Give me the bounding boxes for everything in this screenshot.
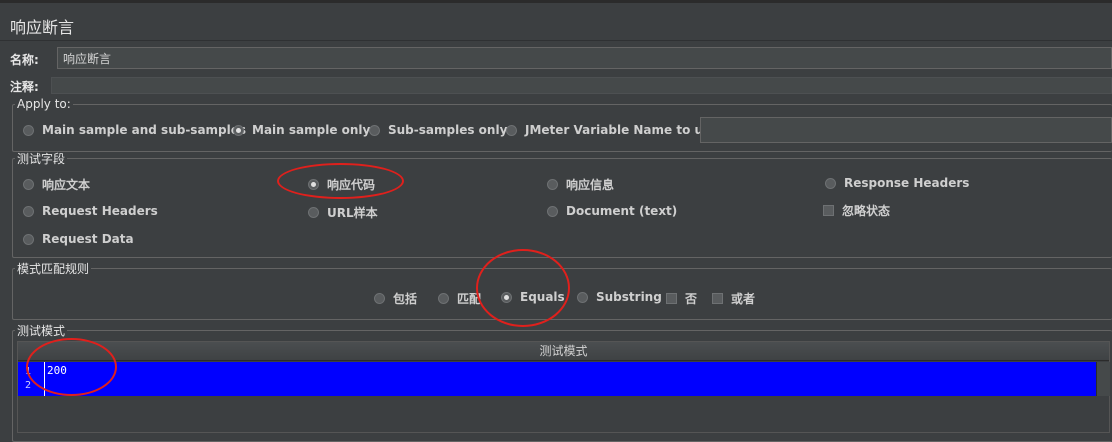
checkbox-label: 否 xyxy=(685,292,698,306)
radio-label: Main sample only xyxy=(252,123,371,137)
radio-button-icon xyxy=(369,124,380,136)
radio-label: URL样本 xyxy=(327,206,378,220)
field-document-text-radio[interactable]: Document (text) xyxy=(547,204,677,218)
field-request-data-radio[interactable]: Request Data xyxy=(23,232,134,246)
radio-button-icon xyxy=(23,233,34,245)
annotation-oval-response-code xyxy=(277,163,404,199)
radio-label: 响应文本 xyxy=(42,178,91,192)
apply-to-legend: Apply to: xyxy=(17,97,71,111)
radio-button-icon xyxy=(577,291,588,303)
line-number: 2 xyxy=(25,380,32,391)
radio-button-icon xyxy=(23,205,34,217)
annotation-oval-pattern xyxy=(26,338,117,396)
radio-button-icon xyxy=(233,124,244,136)
title-separator xyxy=(0,40,1112,41)
checkbox-icon xyxy=(823,205,834,216)
radio-button-icon xyxy=(23,124,34,136)
radio-label: 响应信息 xyxy=(566,178,615,192)
jmeter-variable-name-input[interactable] xyxy=(700,117,1112,143)
rule-substring-radio[interactable]: Substring xyxy=(577,290,662,304)
radio-label: Substring xyxy=(596,290,662,304)
radio-button-icon xyxy=(308,207,319,218)
field-response-message-radio[interactable]: 响应信息 xyxy=(547,176,614,193)
radio-button-icon xyxy=(374,293,385,304)
radio-label: Document (text) xyxy=(566,204,678,218)
ignore-status-checkbox[interactable]: 忽略状态 xyxy=(823,202,890,219)
checkbox-label: 或者 xyxy=(731,292,756,306)
checkbox-label: 忽略状态 xyxy=(842,204,891,218)
pattern-text-editor[interactable]: 200 xyxy=(44,362,1097,396)
rule-matches-radio[interactable]: 匹配 xyxy=(438,290,481,307)
radio-button-icon xyxy=(438,293,449,304)
comment-label: 注释: xyxy=(10,80,39,94)
radio-button-icon xyxy=(23,179,34,190)
test-patterns-table: 测试模式 1 2 200 xyxy=(17,341,1110,433)
vertical-scrollbar[interactable] xyxy=(1096,362,1110,396)
radio-label: 包括 xyxy=(393,292,418,306)
rule-contains-radio[interactable]: 包括 xyxy=(374,290,417,307)
field-request-headers-radio[interactable]: Request Headers xyxy=(23,204,158,218)
test-patterns-column-header[interactable]: 测试模式 xyxy=(18,342,1109,361)
name-label: 名称: xyxy=(10,53,39,67)
field-response-headers-radio[interactable]: Response Headers xyxy=(825,176,969,190)
radio-label: Main sample and sub-samples xyxy=(42,123,247,137)
test-field-legend: 测试字段 xyxy=(17,152,66,166)
apply-sub-only-radio[interactable]: Sub-samples only xyxy=(369,123,507,137)
radio-label: Request Headers xyxy=(42,204,158,218)
annotation-oval-equals xyxy=(476,249,570,327)
field-response-text-radio[interactable]: 响应文本 xyxy=(23,176,90,193)
radio-button-icon xyxy=(547,205,558,217)
field-url-sample-radio[interactable]: URL样本 xyxy=(308,204,378,221)
radio-button-icon xyxy=(506,124,517,136)
radio-label: JMeter Variable Name to use xyxy=(525,123,719,137)
rule-or-checkbox[interactable]: 或者 xyxy=(712,290,755,307)
pattern-rules-legend: 模式匹配规则 xyxy=(17,262,90,276)
comment-input[interactable] xyxy=(51,77,1112,94)
apply-main-and-sub-radio[interactable]: Main sample and sub-samples xyxy=(23,123,246,137)
checkbox-icon xyxy=(666,293,677,304)
top-border xyxy=(0,0,1112,3)
test-patterns-legend: 测试模式 xyxy=(17,324,66,338)
checkbox-icon xyxy=(712,293,723,304)
radio-label: Response Headers xyxy=(844,176,970,190)
radio-label: Sub-samples only xyxy=(388,123,508,137)
page-title: 响应断言 xyxy=(10,18,75,37)
radio-label: Request Data xyxy=(42,232,134,246)
rule-not-checkbox[interactable]: 否 xyxy=(666,290,697,307)
radio-button-icon xyxy=(547,179,558,190)
radio-button-icon xyxy=(825,177,836,189)
apply-main-only-radio[interactable]: Main sample only xyxy=(233,123,370,137)
apply-jmeter-variable-radio[interactable]: JMeter Variable Name to use xyxy=(506,123,718,137)
name-input[interactable] xyxy=(57,47,1112,69)
